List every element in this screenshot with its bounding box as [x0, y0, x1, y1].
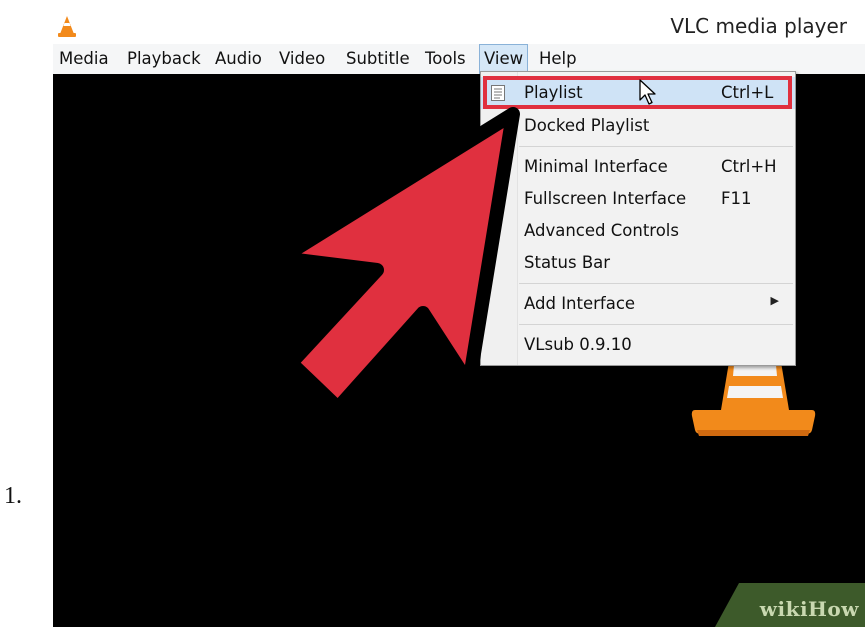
- menu-item-label: VLsub 0.9.10: [524, 335, 632, 354]
- menu-video[interactable]: Video: [279, 44, 325, 74]
- menu-tools[interactable]: Tools: [425, 44, 466, 74]
- menu-item-docked-playlist[interactable]: Docked Playlist: [481, 110, 795, 142]
- menu-item-advanced-controls[interactable]: Advanced Controls: [481, 215, 795, 247]
- menu-item-label: Minimal Interface: [524, 157, 668, 176]
- submenu-arrow-icon: ▶: [770, 294, 779, 307]
- menu-playback[interactable]: Playback: [127, 44, 201, 74]
- menu-item-label: Add Interface: [524, 294, 636, 313]
- watermark-text: wikiHow: [759, 597, 859, 621]
- menu-item-label: Advanced Controls: [524, 221, 679, 240]
- menu-help[interactable]: Help: [539, 44, 577, 74]
- menu-separator: [519, 324, 793, 325]
- vlc-cone-icon: [58, 16, 76, 37]
- menu-item-vlsub[interactable]: VLsub 0.9.10: [481, 329, 795, 361]
- menu-separator: [519, 283, 793, 284]
- window-title: VLC media player: [670, 14, 847, 38]
- step-number: 1.: [4, 483, 22, 509]
- mouse-pointer-icon: [639, 79, 656, 105]
- menu-subtitle[interactable]: Subtitle: [346, 44, 410, 74]
- menu-item-shortcut: Ctrl+H: [721, 157, 777, 176]
- menu-item-fullscreen-interface[interactable]: Fullscreen Interface F11: [481, 183, 795, 215]
- menu-media[interactable]: Media: [59, 44, 109, 74]
- wikihow-watermark: wikiHow: [715, 583, 865, 627]
- menu-separator: [519, 146, 793, 147]
- menu-view[interactable]: View: [479, 44, 529, 74]
- menu-item-label: Status Bar: [524, 253, 611, 272]
- menu-item-add-interface[interactable]: Add Interface ▶: [481, 288, 795, 320]
- title-bar: VLC media player: [53, 8, 865, 44]
- menu-item-status-bar[interactable]: Status Bar: [481, 247, 795, 279]
- menu-item-shortcut: F11: [721, 189, 752, 208]
- menu-audio[interactable]: Audio: [215, 44, 262, 74]
- menu-bar: Media Playback Audio Video Subtitle Tool…: [53, 44, 865, 74]
- menu-item-minimal-interface[interactable]: Minimal Interface Ctrl+H: [481, 151, 795, 183]
- menu-item-label: Fullscreen Interface: [524, 189, 687, 208]
- view-menu-dropdown: Playlist Ctrl+L Docked Playlist Minimal …: [480, 71, 796, 366]
- menu-item-label: Docked Playlist: [524, 116, 650, 135]
- vlc-window: VLC media player Media Playback Audio Vi…: [53, 8, 865, 627]
